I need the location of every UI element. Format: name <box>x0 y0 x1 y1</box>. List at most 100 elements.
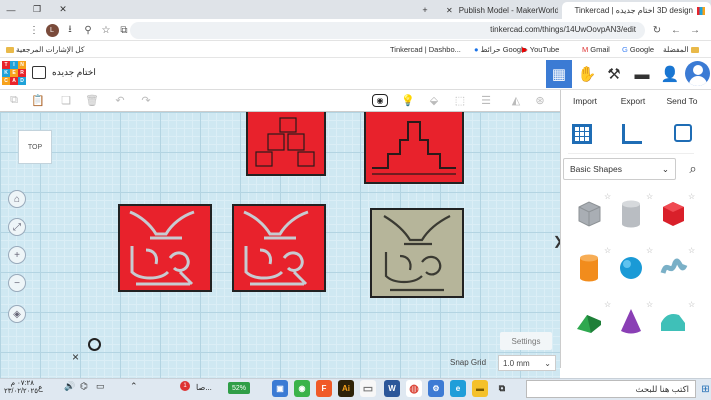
favorite-star-icon[interactable]: ☆ <box>646 192 653 201</box>
windows-start-icon[interactable]: ⊞ <box>700 380 711 398</box>
profile-avatar[interactable]: L <box>44 22 60 39</box>
align-icon[interactable]: ☰ <box>478 92 494 109</box>
zoom-out-icon[interactable]: − <box>8 274 26 292</box>
view-cube[interactable]: TOP <box>18 130 52 164</box>
clock[interactable]: ٠٧:٢٨ م ٢٣/٠٢/٢٠٢٥ <box>4 380 38 396</box>
duplicate-icon[interactable]: ❏ <box>58 92 74 109</box>
shape-box[interactable] <box>654 194 692 232</box>
all-bookmarks-folder[interactable]: كل الإشارات المرجعية <box>6 41 85 58</box>
shape-category-select[interactable]: Basic Shapes ⌄ <box>563 158 676 180</box>
bricks-icon[interactable]: ▬ <box>629 60 655 88</box>
file-explorer-icon[interactable]: ▬ <box>472 380 488 397</box>
note-icon[interactable]: 💡 <box>400 92 416 109</box>
network-icon[interactable]: ▭ <box>96 381 105 392</box>
notes-icon[interactable] <box>674 124 692 142</box>
bookmark-star-icon[interactable]: ☆ <box>98 22 114 39</box>
user-avatar[interactable] <box>685 61 710 86</box>
export-button[interactable]: Export <box>610 92 656 110</box>
home-view-icon[interactable]: ⌂ <box>8 190 26 208</box>
tinkercad-logo[interactable]: TIN KER CAD <box>2 61 26 85</box>
favorite-star-icon[interactable]: ☆ <box>688 246 695 255</box>
shape-scribble[interactable] <box>654 248 692 286</box>
copy-icon[interactable]: ⧉ <box>6 92 22 109</box>
orthographic-icon[interactable]: ◈ <box>8 305 26 323</box>
favorite-star-icon[interactable]: ☆ <box>688 192 695 201</box>
chrome-icon[interactable]: ◍ <box>406 380 422 397</box>
paste-icon[interactable]: 📋 <box>30 92 46 109</box>
settings-gear-icon[interactable]: ⚙ <box>428 380 444 397</box>
collapse-panel-icon[interactable]: ❯ <box>553 234 560 258</box>
tools-icon[interactable]: ⚒ <box>601 60 627 88</box>
shape-cylinder-hole[interactable] <box>612 194 650 232</box>
shape-cylinder[interactable] <box>570 248 608 286</box>
favorite-star-icon[interactable]: ☆ <box>646 246 653 255</box>
edge-icon[interactable]: e <box>450 380 466 397</box>
favorite-star-icon[interactable]: ☆ <box>646 300 653 309</box>
undo-icon[interactable]: ↶ <box>112 92 128 109</box>
shape-roof[interactable] <box>570 302 608 340</box>
back-arrow-icon[interactable]: → <box>687 22 703 39</box>
favorite-star-icon[interactable]: ☆ <box>604 300 611 309</box>
favorite-star-icon[interactable]: ☆ <box>688 300 695 309</box>
battery-indicator[interactable]: 52% <box>228 382 250 394</box>
ruler-icon[interactable] <box>622 124 642 144</box>
weather-widget[interactable]: صا... <box>196 383 212 392</box>
task-view-icon[interactable]: ⧉ <box>494 380 510 397</box>
redo-icon[interactable]: ↷ <box>138 92 154 109</box>
designs-list-icon[interactable] <box>32 66 46 79</box>
shape-box-hole[interactable] <box>570 194 608 232</box>
restore-window-button[interactable]: ❐ <box>26 0 48 19</box>
close-window-button[interactable]: ✕ <box>52 0 74 19</box>
language-indicator[interactable]: ع <box>38 383 43 392</box>
tab-makerworld[interactable]: ✕ Publish Model - MakerWorld <box>440 2 558 19</box>
shape-sphere[interactable] <box>612 248 650 286</box>
url-field[interactable]: tinkercad.com/things/14UwOovpAN3/edit <box>130 22 645 39</box>
design-title[interactable]: اختام جديده <box>52 67 96 78</box>
illustrator-icon[interactable]: Ai <box>338 380 354 397</box>
stamp-tile-squares[interactable] <box>246 112 326 176</box>
group-icon[interactable]: ⬙ <box>426 92 442 109</box>
favorite-star-icon[interactable]: ☆ <box>604 246 611 255</box>
menu-dots-icon[interactable]: ⋮ <box>26 22 42 39</box>
workplane[interactable]: TOP ⌂ ⤢ + − ◈ ❯ Settings Snap Grid 1.0 m… <box>0 112 560 378</box>
favorite-star-icon[interactable]: ☆ <box>604 192 611 201</box>
show-all-icon[interactable]: ◉ <box>372 94 388 107</box>
import-button[interactable]: Import <box>562 92 608 110</box>
show-hidden-icon[interactable]: ⌃ <box>130 381 138 392</box>
cruise-icon[interactable]: ⊛ <box>532 92 548 109</box>
basic-shapes-tab-icon[interactable] <box>572 124 592 144</box>
bookmark-maps[interactable]: ● حرائط Google <box>474 41 527 58</box>
notification-badge[interactable]: 1 <box>180 381 190 391</box>
fit-view-icon[interactable]: ⤢ <box>8 218 26 236</box>
bookmark-google[interactable]: G Google <box>622 41 654 58</box>
download-icon[interactable]: ⭳ <box>62 22 78 39</box>
taskbar-app-icon[interactable]: ▭ <box>360 380 376 397</box>
app-icon-1[interactable]: ▣ <box>272 380 288 397</box>
gallery-icon[interactable]: ✋ <box>574 60 600 88</box>
close-notes-icon[interactable]: × <box>72 350 79 364</box>
stamp-tile-calligraphy-1[interactable] <box>118 204 212 292</box>
shape-round-roof[interactable] <box>654 302 692 340</box>
search-icon[interactable]: ⌕ <box>681 158 705 180</box>
minimize-window-button[interactable]: — <box>0 0 22 19</box>
word-icon[interactable]: W <box>384 380 400 397</box>
reload-icon[interactable]: ↻ <box>649 22 665 39</box>
zoom-in-icon[interactable]: + <box>8 246 26 264</box>
shape-cone[interactable] <box>612 302 650 340</box>
bookmark-tinkercad[interactable]: Tinkercad | Dashbo... <box>390 41 461 58</box>
settings-button[interactable]: Settings <box>500 332 552 350</box>
bookmark-gmail[interactable]: M Gmail <box>582 41 610 58</box>
stamp-tile-steps[interactable] <box>364 112 464 184</box>
volume-icon[interactable]: 🔊 <box>64 381 75 392</box>
bookmark-youtube[interactable]: ▶ YouTube <box>522 41 559 58</box>
ungroup-icon[interactable]: ⬚ <box>452 92 468 109</box>
app-icon-2[interactable]: ◉ <box>294 380 310 397</box>
delete-icon[interactable]: 🗑 <box>84 92 100 109</box>
tab-tinkercad[interactable]: 3D design اختام جديده | Tinkercad <box>562 2 711 19</box>
copy-link-icon[interactable]: ⧉ <box>116 22 132 39</box>
new-tab-button[interactable]: + <box>414 0 436 19</box>
add-user-icon[interactable]: 👤 <box>657 60 683 88</box>
send-to-button[interactable]: Send To <box>658 92 706 110</box>
app-icon-fusion[interactable]: F <box>316 380 332 397</box>
3d-view-button[interactable]: ▦ <box>546 60 572 88</box>
